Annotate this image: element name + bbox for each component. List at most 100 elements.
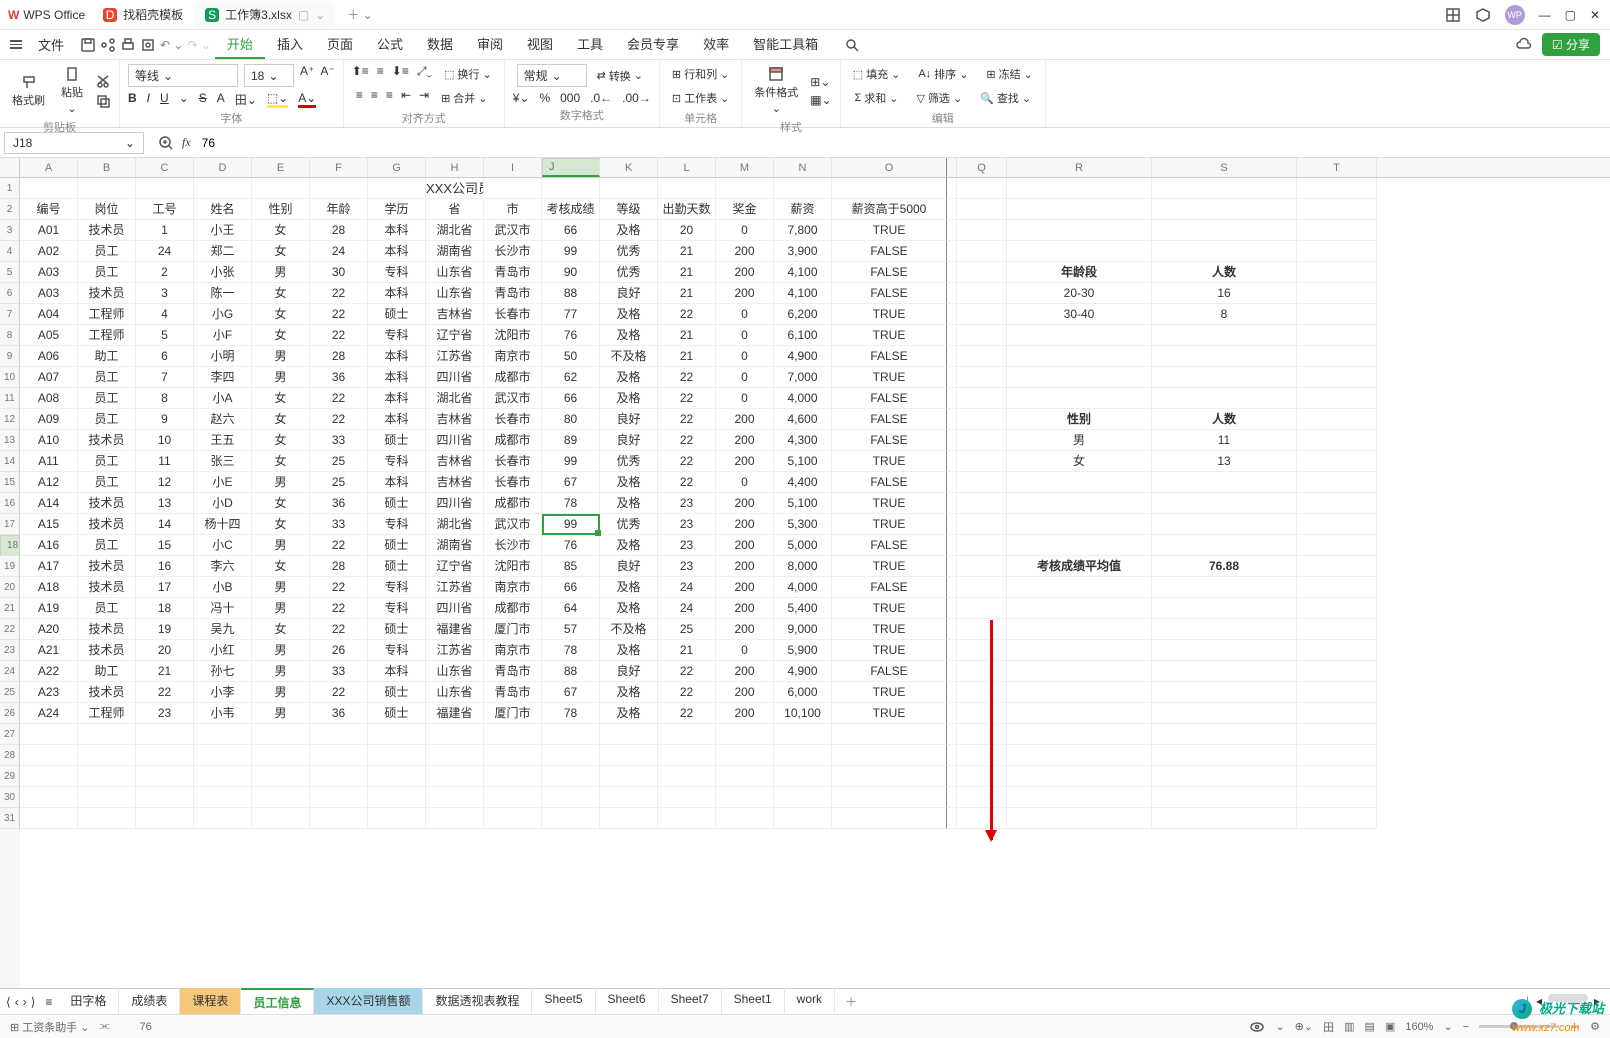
row-header[interactable]: 9 — [0, 346, 20, 367]
cell[interactable] — [1007, 745, 1152, 766]
cell[interactable]: A16 — [20, 535, 78, 556]
cell[interactable]: 24 — [658, 598, 716, 619]
cell[interactable]: 岗位 — [78, 199, 136, 220]
cell[interactable] — [426, 724, 484, 745]
cell[interactable] — [20, 766, 78, 787]
cell[interactable] — [1297, 241, 1377, 262]
cell[interactable]: 25 — [658, 619, 716, 640]
cell[interactable]: 成都市 — [484, 430, 542, 451]
cell[interactable]: A03 — [20, 283, 78, 304]
cell[interactable]: A07 — [20, 367, 78, 388]
cell[interactable]: FALSE — [832, 661, 947, 682]
cell[interactable] — [1297, 220, 1377, 241]
cell[interactable]: 5,000 — [774, 535, 832, 556]
row-header[interactable]: 30 — [0, 787, 20, 808]
cell[interactable] — [1152, 703, 1297, 724]
cell[interactable]: 员工 — [78, 262, 136, 283]
cell[interactable] — [310, 808, 368, 829]
cell[interactable]: 62 — [542, 367, 600, 388]
cell[interactable] — [1297, 346, 1377, 367]
cell[interactable]: 66 — [542, 577, 600, 598]
cell[interactable]: 0 — [716, 325, 774, 346]
cell[interactable] — [20, 787, 78, 808]
cell[interactable]: 26 — [310, 640, 368, 661]
cell[interactable]: 专科 — [368, 325, 426, 346]
cell[interactable]: 女 — [252, 283, 310, 304]
filter-button[interactable]: ▽ 筛选⌄ — [912, 88, 966, 108]
cell[interactable]: 及格 — [600, 388, 658, 409]
cell[interactable] — [1007, 472, 1152, 493]
cell[interactable] — [426, 808, 484, 829]
cell[interactable]: 不及格 — [600, 346, 658, 367]
sheet-prev-icon[interactable]: ‹ — [15, 995, 19, 1009]
sheet-tab[interactable]: 课程表 — [180, 988, 241, 1015]
cell[interactable]: 工程师 — [78, 304, 136, 325]
cell[interactable]: 本科 — [368, 241, 426, 262]
cell[interactable] — [947, 640, 957, 661]
cell[interactable]: 本科 — [368, 409, 426, 430]
cell[interactable] — [957, 388, 1007, 409]
cell[interactable]: 南京市 — [484, 577, 542, 598]
cell[interactable]: 员工 — [78, 367, 136, 388]
cell[interactable]: 厦门市 — [484, 619, 542, 640]
format-painter-button[interactable]: 格式刷 — [8, 72, 49, 110]
menu-插入[interactable]: 插入 — [265, 30, 315, 59]
sort-button[interactable]: A↓ 排序⌄ — [914, 64, 972, 84]
cell[interactable]: 陈一 — [194, 283, 252, 304]
row-header[interactable]: 25 — [0, 682, 20, 703]
cell[interactable] — [368, 745, 426, 766]
cell[interactable]: 山东省 — [426, 262, 484, 283]
cell[interactable]: 21 — [658, 241, 716, 262]
cell[interactable]: 200 — [716, 283, 774, 304]
cell[interactable]: 湖南省 — [426, 241, 484, 262]
cell[interactable] — [1007, 724, 1152, 745]
sheet-tab[interactable]: 员工信息 — [241, 988, 314, 1015]
cell[interactable] — [542, 745, 600, 766]
cell[interactable]: 89 — [542, 430, 600, 451]
cell[interactable]: 4,100 — [774, 283, 832, 304]
align-middle-icon[interactable]: ≡ — [377, 64, 384, 84]
cell[interactable]: TRUE — [832, 703, 947, 724]
cell[interactable]: TRUE — [832, 493, 947, 514]
cell[interactable]: 4,400 — [774, 472, 832, 493]
cell[interactable]: 男 — [252, 262, 310, 283]
cell[interactable]: 及格 — [600, 304, 658, 325]
cell[interactable] — [947, 619, 957, 640]
cell[interactable] — [368, 766, 426, 787]
cell[interactable]: 硕士 — [368, 535, 426, 556]
cell[interactable] — [1152, 619, 1297, 640]
cell[interactable]: 女 — [252, 451, 310, 472]
cell[interactable] — [1152, 598, 1297, 619]
cell[interactable] — [368, 787, 426, 808]
cell[interactable]: 200 — [716, 262, 774, 283]
cell[interactable] — [1152, 388, 1297, 409]
cell[interactable] — [426, 766, 484, 787]
cell[interactable]: A04 — [20, 304, 78, 325]
cell[interactable] — [947, 766, 957, 787]
cell[interactable]: 李四 — [194, 367, 252, 388]
cell[interactable]: 本科 — [368, 346, 426, 367]
link-icon[interactable]: ⫘ — [100, 1020, 110, 1033]
cell[interactable] — [957, 430, 1007, 451]
cell[interactable] — [1297, 640, 1377, 661]
cell[interactable]: 人数 — [1152, 409, 1297, 430]
add-sheet-button[interactable]: ＋ — [835, 993, 867, 1010]
cell[interactable]: 66 — [542, 388, 600, 409]
cell[interactable]: 30-40 — [1007, 304, 1152, 325]
cell[interactable]: 67 — [542, 682, 600, 703]
cell[interactable]: 3 — [136, 283, 194, 304]
number-format-select[interactable]: 常规 ⌄ — [517, 64, 587, 87]
cell[interactable]: 3,900 — [774, 241, 832, 262]
cell[interactable]: 23 — [658, 514, 716, 535]
cell[interactable]: 技术员 — [78, 514, 136, 535]
cell[interactable] — [947, 745, 957, 766]
zoom-out-button[interactable]: − — [1463, 1021, 1469, 1033]
cell[interactable]: 女 — [252, 409, 310, 430]
cell[interactable]: 及格 — [600, 682, 658, 703]
cell[interactable] — [1297, 262, 1377, 283]
cell[interactable]: TRUE — [832, 556, 947, 577]
cell[interactable]: 男 — [252, 682, 310, 703]
cell[interactable]: 200 — [716, 535, 774, 556]
cell[interactable]: 200 — [716, 451, 774, 472]
cell[interactable]: 及格 — [600, 535, 658, 556]
